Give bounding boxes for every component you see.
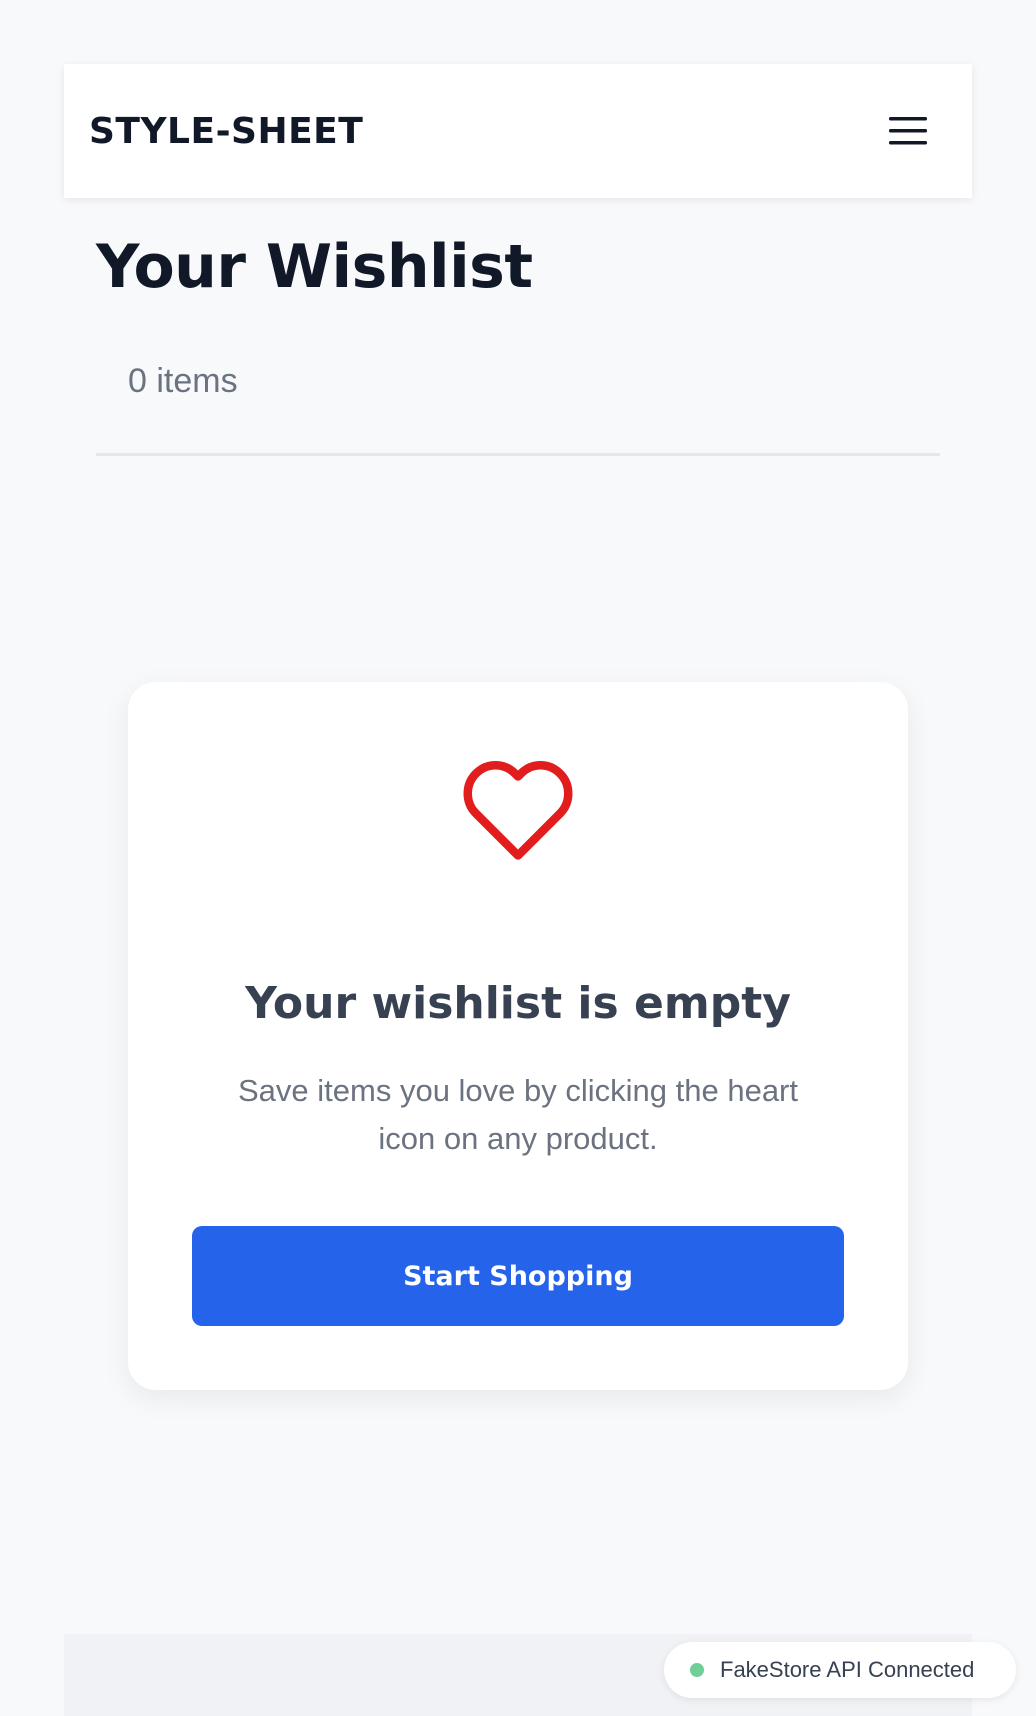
empty-state-title: Your wishlist is empty [245, 978, 791, 1029]
start-shopping-button[interactable]: Start Shopping [192, 1226, 844, 1326]
brand-logo[interactable]: STYLE-SHEET [89, 111, 363, 152]
wishlist-page: STYLE-SHEET Your Wishlist 0 items Your w… [0, 0, 1036, 1716]
empty-wishlist-card: Your wishlist is empty Save items you lo… [128, 682, 908, 1390]
divider [96, 453, 940, 456]
item-count: 0 items [128, 362, 238, 400]
api-status-badge: FakeStore API Connected [664, 1642, 1016, 1698]
menu-button[interactable] [884, 107, 932, 155]
heart-outline-icon [458, 752, 578, 864]
status-indicator-icon [690, 1663, 704, 1677]
api-status-text: FakeStore API Connected [720, 1657, 975, 1682]
navbar: STYLE-SHEET [64, 64, 972, 198]
page-title: Your Wishlist [96, 232, 533, 302]
empty-state-description: Save items you love by clicking the hear… [238, 1073, 798, 1156]
hamburger-menu-icon [889, 117, 927, 145]
